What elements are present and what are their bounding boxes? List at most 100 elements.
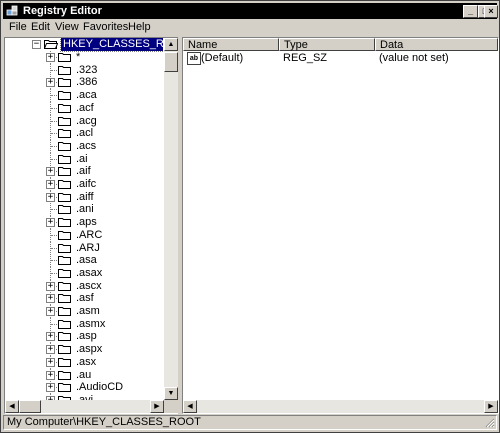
menu-favorites[interactable]: Favorites [80,20,131,35]
key-tree[interactable]: − HKEY_CLASSES_ROOT +*.323+.386.aca.acf.… [5,38,163,400]
scroll-thumb[interactable] [164,52,178,72]
scroll-left-icon[interactable]: ◀ [5,400,19,413]
column-header-type[interactable]: Type [279,38,375,51]
tree-item[interactable]: .asa [5,254,163,268]
tree-item[interactable]: + .aiff [5,190,163,204]
column-header-name[interactable]: Name [183,38,279,51]
tree-item-label: .asf [76,292,94,305]
column-header-data[interactable]: Data [375,38,498,51]
collapse-icon[interactable]: − [32,40,41,49]
tree-item[interactable]: .ARC [5,228,163,242]
folder-icon [58,205,71,215]
menu-file[interactable]: File [6,20,30,35]
menu-view[interactable]: View [52,20,82,35]
expand-icon[interactable]: + [46,53,55,62]
tree-item[interactable]: .ARJ [5,241,163,255]
tree-item-label: .acg [76,114,97,127]
tree-item-label: .aifc [76,178,97,190]
tree-item-label: .aps [76,216,97,229]
tree-item[interactable]: + .asp [5,330,163,344]
folder-icon [58,243,71,253]
tree-item[interactable]: + .aif [5,165,163,179]
tree-item[interactable]: .ai [5,152,163,166]
tree-item[interactable]: .acl [5,127,163,141]
expand-icon[interactable]: + [46,218,55,228]
folder-icon [58,230,71,240]
tree-item-label: .acs [76,139,97,152]
tree-item-label: .323 [76,63,98,76]
tree-item[interactable]: + .asm [5,305,163,318]
expand-icon[interactable]: + [46,294,55,304]
folder-icon [58,78,71,88]
registry-editor-window: Registry Editor _ □ × File Edit View Fav… [0,0,500,433]
value-name: (Default) [201,52,244,64]
folder-icon [58,307,71,316]
tree-item[interactable]: .asmx [5,317,163,331]
minimize-button[interactable]: _ [463,5,478,18]
tree-item-label: * [76,51,81,63]
expand-icon[interactable]: + [46,167,55,177]
tree-item[interactable]: + .aspx [5,343,163,357]
tree-item-root[interactable]: − HKEY_CLASSES_ROOT [5,38,163,52]
values-horizontal-scrollbar[interactable]: ◀ ▶ [183,400,498,413]
expand-icon[interactable]: + [46,281,55,291]
expand-icon[interactable]: + [46,332,55,342]
tree-item[interactable]: .aca [5,89,163,103]
tree-item[interactable]: .asax [5,266,163,280]
expand-icon[interactable]: + [46,180,55,189]
key-tree-pane[interactable]: − HKEY_CLASSES_ROOT +*.323+.386.aca.acf.… [4,37,179,414]
registry-editor-icon [6,5,18,16]
expand-icon[interactable]: + [46,345,55,355]
folder-icon [58,357,71,367]
pane-splitter[interactable] [178,37,181,414]
value-type: REG_SZ [283,52,328,64]
close-button[interactable]: × [484,5,498,18]
tree-item[interactable]: + .aps [5,216,163,230]
scroll-right-icon[interactable]: ▶ [484,400,498,413]
tree-item[interactable]: + .au [5,368,163,382]
folder-icon [58,180,71,189]
tree-horizontal-scrollbar[interactable]: ◀ ▶ [5,400,164,413]
tree-item-label: .ascx [76,279,102,292]
tree-item[interactable]: + .ascx [5,279,163,293]
expand-icon[interactable]: + [46,192,55,202]
value-row[interactable]: ab (Default) REG_SZ (value not set) [185,52,485,65]
folder-icon [58,167,71,177]
tree-item[interactable]: + .aifc [5,178,163,191]
expand-icon[interactable]: + [46,370,55,380]
tree-item-label: .asx [76,355,97,368]
tree-item-label: .AudioCD [76,381,124,394]
tree-item[interactable]: + .AudioCD [5,381,163,395]
tree-item-label: .au [76,368,92,381]
menu-help[interactable]: Help [125,20,154,35]
tree-item[interactable]: + .asx [5,355,163,369]
open-folder-icon [44,40,58,49]
tree-item[interactable]: + * [5,51,163,64]
tree-item[interactable]: + .386 [5,76,163,90]
tree-item-label: .aca [76,89,97,102]
tree-item[interactable]: .323 [5,63,163,77]
tree-item[interactable]: .ani [5,203,163,217]
tree-item[interactable]: .acg [5,114,163,128]
tree-item-label: .asax [76,266,103,279]
expand-icon[interactable]: + [46,357,55,367]
window-title: Registry Editor [23,5,102,17]
folder-icon [58,294,71,304]
values-pane[interactable]: Name Type Data ab (Default) REG_SZ (valu… [182,37,499,414]
expand-icon[interactable]: + [46,383,55,393]
scroll-right-icon[interactable]: ▶ [150,400,164,413]
tree-vertical-scrollbar[interactable]: ▲ ▼ [164,38,178,400]
tree-item[interactable]: + .asf [5,292,163,306]
title-bar[interactable]: Registry Editor _ □ × [3,3,498,19]
expand-icon[interactable]: + [46,78,55,88]
scroll-down-icon[interactable]: ▼ [164,387,178,400]
scroll-thumb[interactable] [19,400,41,413]
resize-grip-icon[interactable] [484,417,495,428]
menu-edit[interactable]: Edit [28,20,53,35]
tree-item[interactable]: .acs [5,139,163,153]
tree-item-label: .acf [76,101,94,114]
scroll-up-icon[interactable]: ▲ [164,38,178,51]
scroll-left-icon[interactable]: ◀ [183,400,197,413]
tree-item[interactable]: .acf [5,101,163,115]
expand-icon[interactable]: + [46,307,55,316]
